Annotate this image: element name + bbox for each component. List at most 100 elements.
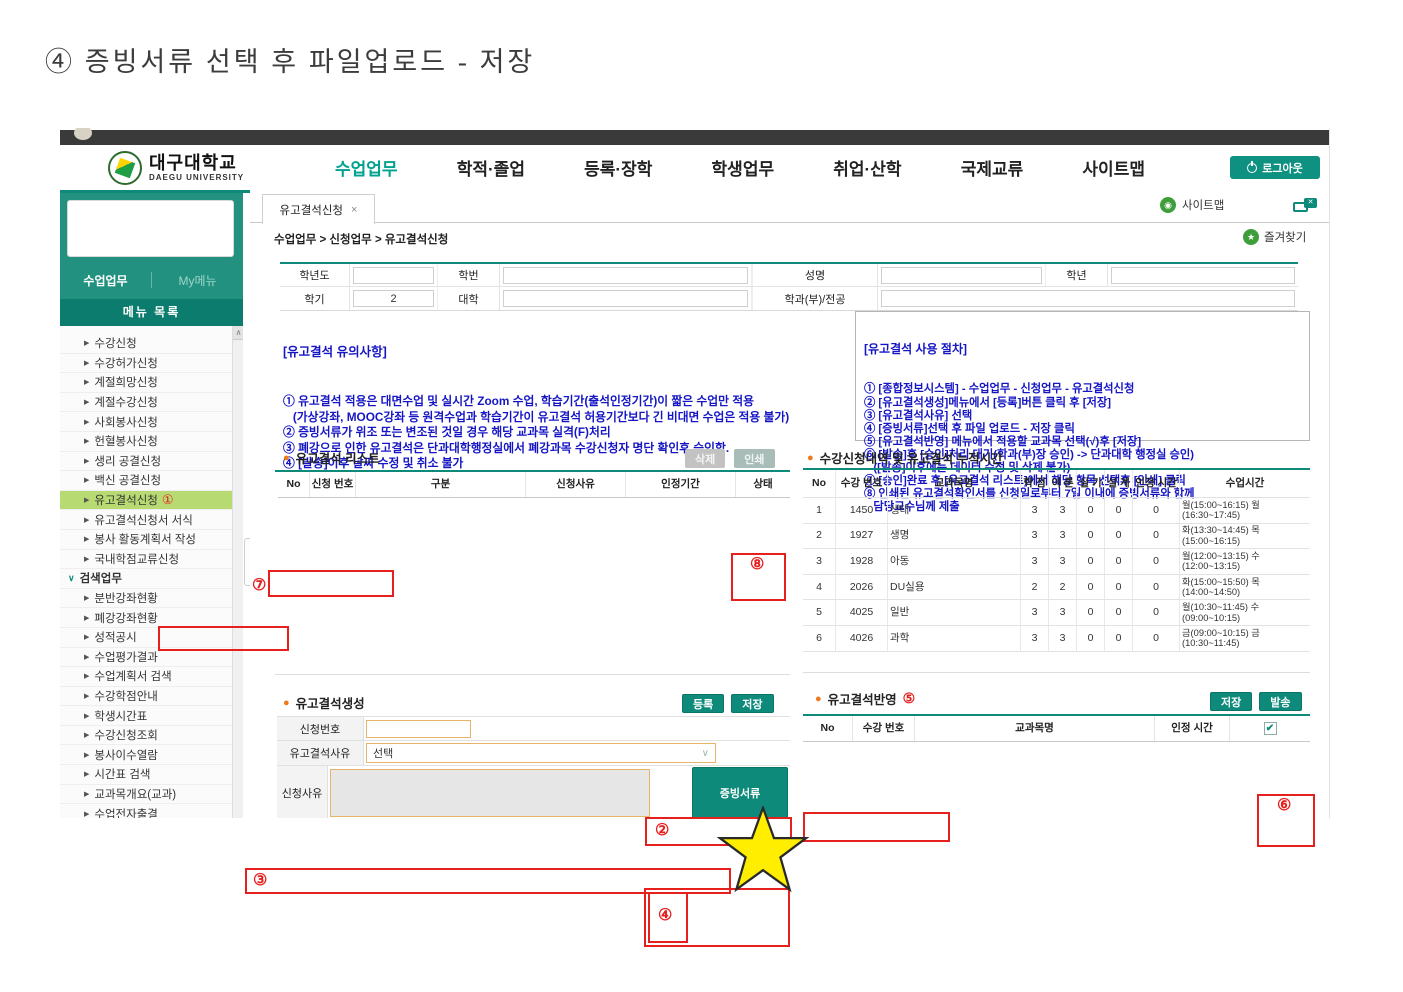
top-nav-item-5[interactable]: 국제교류 xyxy=(961,155,1024,180)
sidebar-item-18[interactable]: ▶수강학점안내 xyxy=(60,687,232,707)
name-input[interactable] xyxy=(881,267,1042,284)
chevron-down-icon: ∨ xyxy=(702,748,709,759)
sidebar-item-5[interactable]: ▶헌혈봉사신청 xyxy=(60,432,232,452)
sidebar-item-20[interactable]: ▶수강신청조회 xyxy=(60,726,232,746)
student-id-input[interactable] xyxy=(503,267,748,284)
sidebar-item-6[interactable]: ▶생리 공결신청 xyxy=(60,452,232,472)
top-nav-item-4[interactable]: 취업·산학 xyxy=(833,155,901,180)
college-input[interactable] xyxy=(503,290,748,307)
enroll-row-2: 31928아동33000월(12:00~13:15) 수(12:00~13:15… xyxy=(803,549,1310,575)
grade-label: 학년 xyxy=(1046,264,1108,286)
sidebar-item-12[interactable]: ∨검색업무 xyxy=(60,569,232,589)
reason-type-select[interactable]: 선택 ∨ xyxy=(366,743,716,763)
menu-arrow-icon: ▶ xyxy=(84,653,89,661)
tab-close-icon[interactable]: × xyxy=(351,204,357,216)
sidebar-item-23[interactable]: ▶교과목개요(교과) xyxy=(60,785,232,805)
tab-absence-apply[interactable]: 유고결석신청 × xyxy=(262,194,375,224)
logout-button[interactable]: 로그아웃 xyxy=(1230,156,1320,179)
sidebar-tab-mymenu[interactable]: My메뉴 xyxy=(152,272,243,289)
sidebar-item-label: 유고결석신청 xyxy=(94,492,157,508)
reason-textarea[interactable] xyxy=(330,769,650,817)
university-logo[interactable]: 대구대학교 DAEGU UNIVERSITY xyxy=(108,151,244,185)
top-nav-item-3[interactable]: 학생업무 xyxy=(712,155,775,180)
sidebar-item-label: 수업계획서 검색 xyxy=(94,668,171,684)
logo-title: 대구대학교 xyxy=(149,154,244,172)
menu-arrow-icon: ▶ xyxy=(84,633,89,641)
sidebar-item-label: 학생시간표 xyxy=(94,708,147,724)
scroll-up-icon[interactable]: ∧ xyxy=(233,326,243,340)
sidebar-item-16[interactable]: ▶수업평가결과 xyxy=(60,648,232,668)
top-nav-item-0[interactable]: 수업업무 xyxy=(335,155,398,180)
term-input[interactable] xyxy=(353,290,434,307)
sidebar-item-19[interactable]: ▶학생시간표 xyxy=(60,706,232,726)
send-button[interactable]: 발송 xyxy=(1259,692,1301,711)
sidebar-item-label: 수업전자출결 xyxy=(94,806,157,818)
enroll-cell: 1 xyxy=(803,498,836,523)
sidebar-item-24[interactable]: ▶수업전자출결 xyxy=(60,804,232,818)
sidebar-item-14[interactable]: ▶폐강강좌현황 xyxy=(60,608,232,628)
sidebar-item-8[interactable]: ▶유고결석신청① xyxy=(60,491,232,511)
enroll-cell: 2 xyxy=(803,524,836,549)
sidebar-item-21[interactable]: ▶봉사이수열람 xyxy=(60,745,232,765)
annotation-3: ③ xyxy=(253,873,267,889)
sidebar-item-10[interactable]: ▶봉사 활동계획서 작성 xyxy=(60,530,232,550)
sidebar-item-17[interactable]: ▶수업계획서 검색 xyxy=(60,667,232,687)
top-nav-item-2[interactable]: 등록·장학 xyxy=(584,155,652,180)
enroll-cell: 6 xyxy=(803,626,836,651)
enroll-cell: 4 xyxy=(803,575,836,600)
sidebar-scrollbar[interactable]: ∧ xyxy=(232,326,243,818)
absence-list-title: ● 유고결석 리스트 xyxy=(283,448,380,467)
grade-input[interactable] xyxy=(1111,267,1295,284)
enroll-cell: 0 xyxy=(1105,524,1133,549)
year-input[interactable] xyxy=(353,267,434,284)
top-nav-item-6[interactable]: 사이트맵 xyxy=(1082,155,1145,180)
apply-save-button[interactable]: 저장 xyxy=(1210,692,1252,711)
enroll-header-7: 인정 시간 xyxy=(1133,470,1180,497)
enroll-cell: 화(15:00~15:50) 목(14:00~14:50) xyxy=(1180,575,1310,600)
sidebar-item-4[interactable]: ▶사회봉사신청 xyxy=(60,412,232,432)
enroll-table-title: ● 수강신청내역 및 유고결석 누적시간 xyxy=(807,448,1003,467)
reason-type-label: 유고결석사유 xyxy=(277,741,364,765)
select-all-checkbox[interactable]: ✔ xyxy=(1264,722,1277,735)
sidebar-item-1[interactable]: ▶수강허가신청 xyxy=(60,354,232,374)
enroll-cell: 생태 xyxy=(888,498,1021,523)
apply-no-input[interactable] xyxy=(366,720,471,738)
sidebar-item-2[interactable]: ▶계절희망신청 xyxy=(60,373,232,393)
breadcrumb-bar: 수업업무 > 신청업무 > 유고결석신청 ★ 즐겨찾기 xyxy=(250,223,1330,251)
star-annotation xyxy=(717,806,809,894)
enroll-cell: 0 xyxy=(1105,549,1133,574)
apply-header-2: 교과목명 xyxy=(915,716,1155,741)
main-content: 유고결석신청 × ◉ 사이트맵 ✕ 수업업무 > 신청업무 > 유고결석신청 ★… xyxy=(250,190,1330,818)
dept-input[interactable] xyxy=(881,290,1295,307)
apply-header-0: No xyxy=(803,716,853,741)
annotation-4: ④ xyxy=(658,908,672,924)
favorite-button[interactable]: ★ 즐겨찾기 xyxy=(1243,229,1306,245)
top-nav-item-1[interactable]: 학적·졸업 xyxy=(457,155,525,180)
sitemap-link[interactable]: ◉ 사이트맵 xyxy=(1160,197,1224,213)
sidebar-item-7[interactable]: ▶백신 공결신청 xyxy=(60,471,232,491)
enroll-cell: 3 xyxy=(1021,524,1049,549)
enroll-cell: 0 xyxy=(1105,626,1133,651)
enroll-cell: 5 xyxy=(803,600,836,625)
close-all-windows-icon[interactable]: ✕ xyxy=(1293,198,1317,213)
save-button[interactable]: 저장 xyxy=(731,694,773,713)
sidebar-tab-course[interactable]: 수업업무 xyxy=(60,272,151,289)
enroll-cell: 아동 xyxy=(888,549,1021,574)
enroll-cell: 0 xyxy=(1105,600,1133,625)
sidebar-item-9[interactable]: ▶유고결석신청서 서식 xyxy=(60,510,232,530)
print-button[interactable]: 인쇄 xyxy=(734,449,774,468)
register-button[interactable]: 등록 xyxy=(682,694,724,713)
sidebar-item-22[interactable]: ▶시간표 검색 xyxy=(60,765,232,785)
sidebar-item-15[interactable]: ▶성적공시 xyxy=(60,628,232,648)
sidebar-item-11[interactable]: ▶국내학점교류신청 xyxy=(60,550,232,570)
enroll-cell: 3 xyxy=(1021,626,1049,651)
menu-arrow-icon: ▶ xyxy=(84,614,89,622)
sidebar-item-3[interactable]: ▶계절수강신청 xyxy=(60,393,232,413)
delete-button[interactable]: 삭제 xyxy=(685,449,725,468)
enroll-cell: 2 xyxy=(1021,575,1049,600)
sidebar-item-0[interactable]: ▶수강신청 xyxy=(60,334,232,354)
enroll-cell: 1450 xyxy=(836,498,888,523)
menu-arrow-icon: ▶ xyxy=(84,535,89,543)
sidebar-item-13[interactable]: ▶분반강좌현황 xyxy=(60,589,232,609)
top-nav: 수업업무 학적·졸업 등록·장학 학생업무 취업·산학 국제교류 사이트맵 xyxy=(305,145,1175,190)
